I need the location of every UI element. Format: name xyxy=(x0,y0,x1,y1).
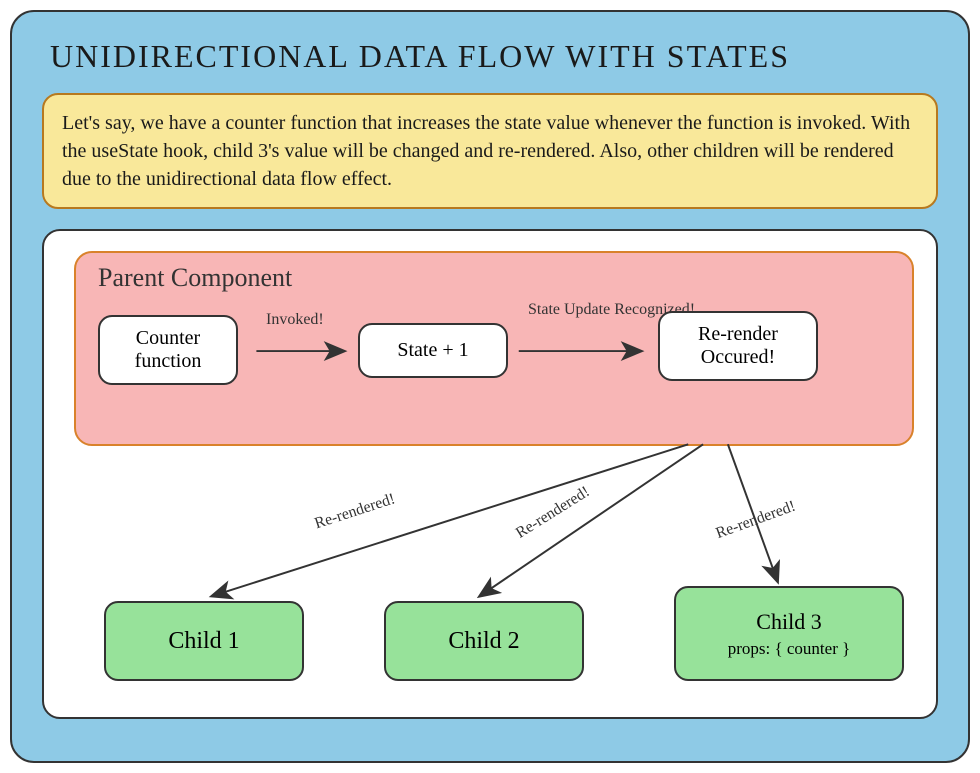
edge-label-child-2: Re-rendered! xyxy=(513,483,593,542)
parent-component-box: Parent Component Counter function Invoke… xyxy=(74,251,914,446)
explanation-text: Let's say, we have a counter function th… xyxy=(62,112,910,190)
child-2-box: Child 2 xyxy=(384,601,584,681)
child-1-label: Child 1 xyxy=(168,628,239,655)
diagram-title: UNIDIRECTIONAL DATA FLOW WITH STATES xyxy=(50,38,936,75)
edge-label-child-1: Re-rendered! xyxy=(313,490,398,532)
diagram-frame: UNIDIRECTIONAL DATA FLOW WITH STATES Let… xyxy=(10,10,970,763)
child-1-box: Child 1 xyxy=(104,601,304,681)
child-3-label: Child 3 xyxy=(756,609,821,635)
arrow-label-invoked: Invoked! xyxy=(266,311,324,329)
child-3-box: Child 3 props: { counter } xyxy=(674,586,904,681)
parent-component-label: Parent Component xyxy=(98,263,890,293)
parent-flow-row: Counter function Invoked! State + 1 Stat… xyxy=(98,303,890,413)
node-rerender-occurred: Re-render Occured! xyxy=(658,311,818,381)
node-state-plus-one: State + 1 xyxy=(358,323,508,378)
child-3-props: props: { counter } xyxy=(728,639,851,659)
edge-label-child-3: Re-rendered! xyxy=(714,498,798,543)
child-2-label: Child 2 xyxy=(448,628,519,655)
arrow-label-state-update: State Update Recognized! xyxy=(528,301,658,319)
diagram-canvas: Parent Component Counter function Invoke… xyxy=(42,229,938,719)
node-counter-function: Counter function xyxy=(98,315,238,385)
explanation-box: Let's say, we have a counter function th… xyxy=(42,93,938,209)
